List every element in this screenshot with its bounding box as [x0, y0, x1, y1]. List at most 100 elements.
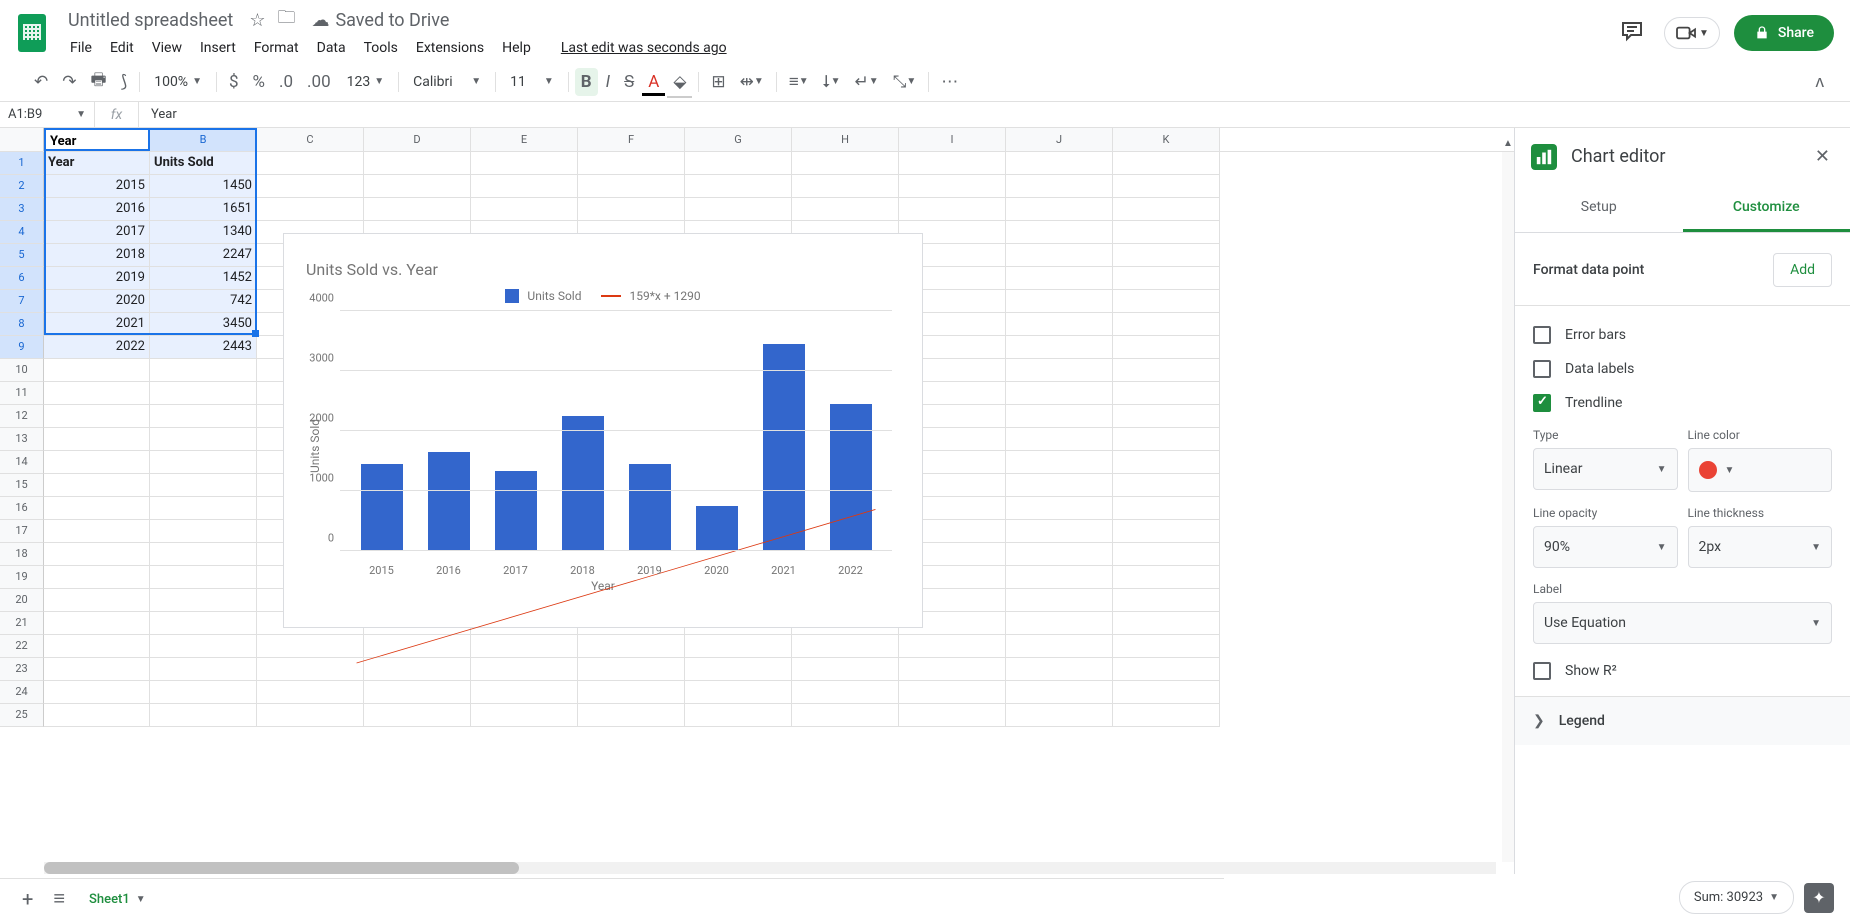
select-all-corner[interactable]: [0, 128, 44, 151]
cell[interactable]: [44, 474, 150, 497]
data-labels-checkbox[interactable]: Data labels: [1533, 360, 1832, 378]
cell[interactable]: 742: [150, 290, 257, 313]
legend-section[interactable]: ❯Legend: [1515, 696, 1850, 745]
cell[interactable]: [44, 543, 150, 566]
trendline-checkbox[interactable]: Trendline: [1533, 394, 1832, 412]
row-header-8[interactable]: 8: [0, 313, 44, 336]
cell[interactable]: [150, 543, 257, 566]
line-color-select[interactable]: ▼: [1688, 448, 1833, 492]
cell[interactable]: [1113, 244, 1220, 267]
sheet-tab-1[interactable]: Sheet1▼: [75, 882, 160, 915]
cell[interactable]: [1113, 290, 1220, 313]
row-header-22[interactable]: 22: [0, 635, 44, 658]
cell[interactable]: [1006, 520, 1113, 543]
all-sheets-icon[interactable]: ≡: [43, 880, 75, 917]
print-icon[interactable]: 🖶: [85, 63, 113, 100]
cell[interactable]: [1006, 244, 1113, 267]
cell[interactable]: 2022: [44, 336, 150, 359]
cell[interactable]: [1113, 428, 1220, 451]
cell[interactable]: [471, 198, 578, 221]
cell[interactable]: 2020: [44, 290, 150, 313]
cell[interactable]: [150, 589, 257, 612]
cell[interactable]: [44, 566, 150, 589]
cell[interactable]: [364, 198, 471, 221]
row-header-1[interactable]: 1: [0, 152, 44, 175]
row-header-14[interactable]: 14: [0, 451, 44, 474]
row-header-4[interactable]: 4: [0, 221, 44, 244]
cell[interactable]: [1006, 405, 1113, 428]
col-header-A[interactable]: A: [44, 128, 150, 151]
redo-icon[interactable]: ↷: [56, 68, 82, 96]
menu-view[interactable]: View: [144, 36, 190, 60]
row-header-16[interactable]: 16: [0, 497, 44, 520]
cell[interactable]: 2018: [44, 244, 150, 267]
explore-icon[interactable]: ✦: [1804, 883, 1834, 913]
col-header-G[interactable]: G: [685, 128, 792, 151]
cell[interactable]: [1113, 704, 1220, 727]
cell[interactable]: [1006, 658, 1113, 681]
cell[interactable]: Units Sold: [150, 152, 257, 175]
cell[interactable]: [1006, 474, 1113, 497]
cell[interactable]: [44, 589, 150, 612]
cell[interactable]: [44, 359, 150, 382]
italic-icon[interactable]: I: [600, 68, 616, 96]
cell[interactable]: [150, 566, 257, 589]
number-format-select[interactable]: 123▼: [339, 70, 393, 94]
row-header-2[interactable]: 2: [0, 175, 44, 198]
cell[interactable]: [150, 658, 257, 681]
cell[interactable]: [685, 175, 792, 198]
cell[interactable]: [44, 635, 150, 658]
tab-setup[interactable]: Setup: [1515, 185, 1683, 232]
cell[interactable]: 2016: [44, 198, 150, 221]
cell[interactable]: 1452: [150, 267, 257, 290]
cell[interactable]: [364, 175, 471, 198]
cell[interactable]: [1006, 152, 1113, 175]
currency-icon[interactable]: $: [223, 68, 245, 96]
cell[interactable]: [1113, 497, 1220, 520]
cell[interactable]: [44, 658, 150, 681]
row-header-19[interactable]: 19: [0, 566, 44, 589]
cell[interactable]: [1113, 175, 1220, 198]
name-box[interactable]: A1:B9▼: [0, 102, 95, 127]
cell[interactable]: [792, 152, 899, 175]
row-header-24[interactable]: 24: [0, 681, 44, 704]
col-header-H[interactable]: H: [792, 128, 899, 151]
h-align-icon[interactable]: ≡▼: [783, 68, 815, 96]
cell[interactable]: [1006, 359, 1113, 382]
cell[interactable]: [44, 451, 150, 474]
text-color-icon[interactable]: A: [642, 68, 665, 96]
menu-help[interactable]: Help: [494, 36, 539, 60]
row-header-18[interactable]: 18: [0, 543, 44, 566]
tab-customize[interactable]: Customize: [1683, 185, 1850, 232]
cell[interactable]: [44, 681, 150, 704]
cell[interactable]: [1113, 198, 1220, 221]
cell[interactable]: [1006, 290, 1113, 313]
menu-format[interactable]: Format: [246, 36, 307, 60]
error-bars-checkbox[interactable]: Error bars: [1533, 326, 1832, 344]
row-header-13[interactable]: 13: [0, 428, 44, 451]
more-icon[interactable]: ⋯: [935, 68, 964, 96]
row-header-21[interactable]: 21: [0, 612, 44, 635]
menu-tools[interactable]: Tools: [356, 36, 406, 60]
col-header-C[interactable]: C: [257, 128, 364, 151]
formula-input[interactable]: Year: [139, 107, 189, 122]
cell[interactable]: [578, 175, 685, 198]
cell[interactable]: [1113, 451, 1220, 474]
increase-decimal-icon[interactable]: .00: [301, 68, 337, 96]
sheets-logo[interactable]: [10, 11, 54, 55]
embedded-chart[interactable]: Units Sold vs. Year Units Sold 159*x + 1…: [283, 233, 923, 628]
cell[interactable]: [899, 704, 1006, 727]
cell[interactable]: [150, 704, 257, 727]
cell[interactable]: [899, 635, 1006, 658]
cell[interactable]: [1113, 658, 1220, 681]
wrap-icon[interactable]: ↵▼: [849, 68, 885, 96]
cell[interactable]: [899, 175, 1006, 198]
cell[interactable]: [1113, 566, 1220, 589]
cell[interactable]: [1113, 336, 1220, 359]
label-select[interactable]: Use Equation▼: [1533, 602, 1832, 644]
bold-icon[interactable]: B: [575, 68, 598, 96]
cell[interactable]: [578, 198, 685, 221]
zoom-select[interactable]: 100%▼: [146, 70, 210, 94]
move-icon[interactable]: 🗀: [277, 5, 295, 35]
cell[interactable]: [1006, 175, 1113, 198]
